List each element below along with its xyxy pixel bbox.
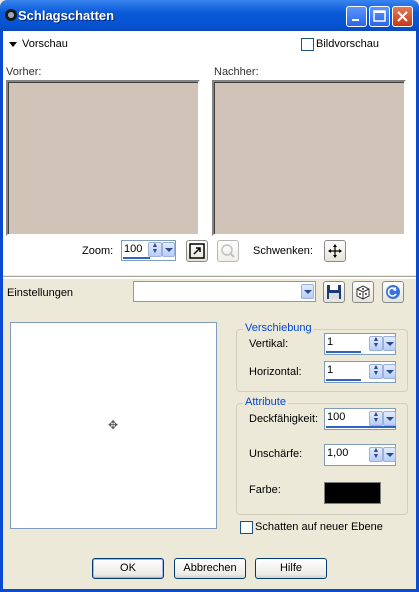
attributes-legend: Attribute xyxy=(243,396,288,408)
opacity-value: 100 xyxy=(327,411,346,423)
color-label: Farbe: xyxy=(249,484,281,496)
shadow-new-layer-label[interactable]: Schatten auf neuer Ebene xyxy=(255,521,383,533)
shadow-new-layer-checkbox[interactable] xyxy=(240,521,253,534)
fit-to-window-button[interactable] xyxy=(186,240,208,262)
zoom-tool-button[interactable] xyxy=(217,240,239,262)
fit-icon xyxy=(189,243,205,259)
app-icon xyxy=(4,8,18,22)
opacity-label: Deckfähigkeit: xyxy=(249,413,319,425)
opacity-underline xyxy=(326,426,396,428)
magnifier-icon xyxy=(221,244,235,258)
floppy-disk-icon xyxy=(327,285,341,299)
image-preview-label[interactable]: Bildvorschau xyxy=(316,38,379,50)
collapse-arrow-icon[interactable] xyxy=(9,42,17,47)
blur-spin-icon[interactable]: ▲ ▼ xyxy=(369,447,383,462)
before-preview xyxy=(6,80,200,236)
after-preview xyxy=(212,80,406,236)
vertical-spin-icon[interactable]: ▲ ▼ xyxy=(369,336,383,351)
vertical-input[interactable]: 1 ▲ ▼ xyxy=(324,333,396,355)
vertical-underline xyxy=(326,351,361,353)
zoom-underline xyxy=(123,257,150,259)
blur-label: Unschärfe: xyxy=(249,448,303,460)
move-cursor-icon: ✥ xyxy=(108,418,119,432)
move-arrows-icon xyxy=(328,244,342,258)
horizontal-input[interactable]: 1 ▲ ▼ xyxy=(324,361,396,383)
reset-arrow-icon xyxy=(386,285,400,299)
zoom-dropdown-icon[interactable] xyxy=(162,242,175,257)
horizontal-underline xyxy=(326,379,361,381)
after-label: Nachher: xyxy=(214,66,259,78)
preset-dropdown-icon[interactable] xyxy=(301,284,314,299)
zoom-value: 100 xyxy=(124,243,143,255)
maximize-button[interactable] xyxy=(369,6,390,27)
blur-value: 1,00 xyxy=(327,447,349,459)
reset-button[interactable] xyxy=(382,281,404,303)
horizontal-dropdown-icon[interactable] xyxy=(383,364,396,379)
horizontal-value: 1 xyxy=(327,364,334,376)
image-preview-checkbox[interactable] xyxy=(301,38,314,51)
zoom-input[interactable]: 100 ▲ ▼ xyxy=(121,240,176,261)
close-button[interactable] xyxy=(392,6,413,27)
opacity-dropdown-icon[interactable] xyxy=(383,411,396,426)
pan-button[interactable] xyxy=(324,240,346,262)
save-preset-button[interactable] xyxy=(323,281,345,303)
separator xyxy=(3,276,416,279)
vertical-value: 1 xyxy=(327,336,334,348)
dice-icon xyxy=(356,285,370,300)
offset-legend: Verschiebung xyxy=(243,322,314,334)
blur-dropdown-icon[interactable] xyxy=(383,447,396,462)
horizontal-label: Horizontal: xyxy=(249,366,302,378)
horizontal-spin-icon[interactable]: ▲ ▼ xyxy=(369,364,383,379)
vertical-label: Vertikal: xyxy=(249,338,289,350)
before-label: Vorher: xyxy=(6,66,42,78)
pan-label: Schwenken: xyxy=(253,245,313,257)
opacity-input[interactable]: 100 ▲ ▼ xyxy=(324,408,396,430)
blur-input[interactable]: 1,00 ▲ ▼ xyxy=(324,444,396,466)
randomize-button[interactable] xyxy=(352,281,374,303)
settings-label: Einstellungen xyxy=(7,287,74,299)
preview-section-label[interactable]: Vorschau xyxy=(22,38,68,50)
preset-dropdown[interactable] xyxy=(133,281,316,302)
window-title: Schlagschatten xyxy=(18,8,115,23)
zoom-label: Zoom: xyxy=(82,245,114,257)
color-swatch[interactable] xyxy=(324,482,381,504)
help-button[interactable]: Hilfe xyxy=(255,558,327,579)
vertical-dropdown-icon[interactable] xyxy=(383,336,396,351)
minimize-button[interactable] xyxy=(346,6,367,27)
opacity-spin-icon[interactable]: ▲ ▼ xyxy=(369,411,383,426)
ok-button[interactable]: OK xyxy=(92,558,164,579)
zoom-spin-icon[interactable]: ▲ ▼ xyxy=(148,242,162,257)
cancel-button[interactable]: Abbrechen xyxy=(174,558,246,579)
